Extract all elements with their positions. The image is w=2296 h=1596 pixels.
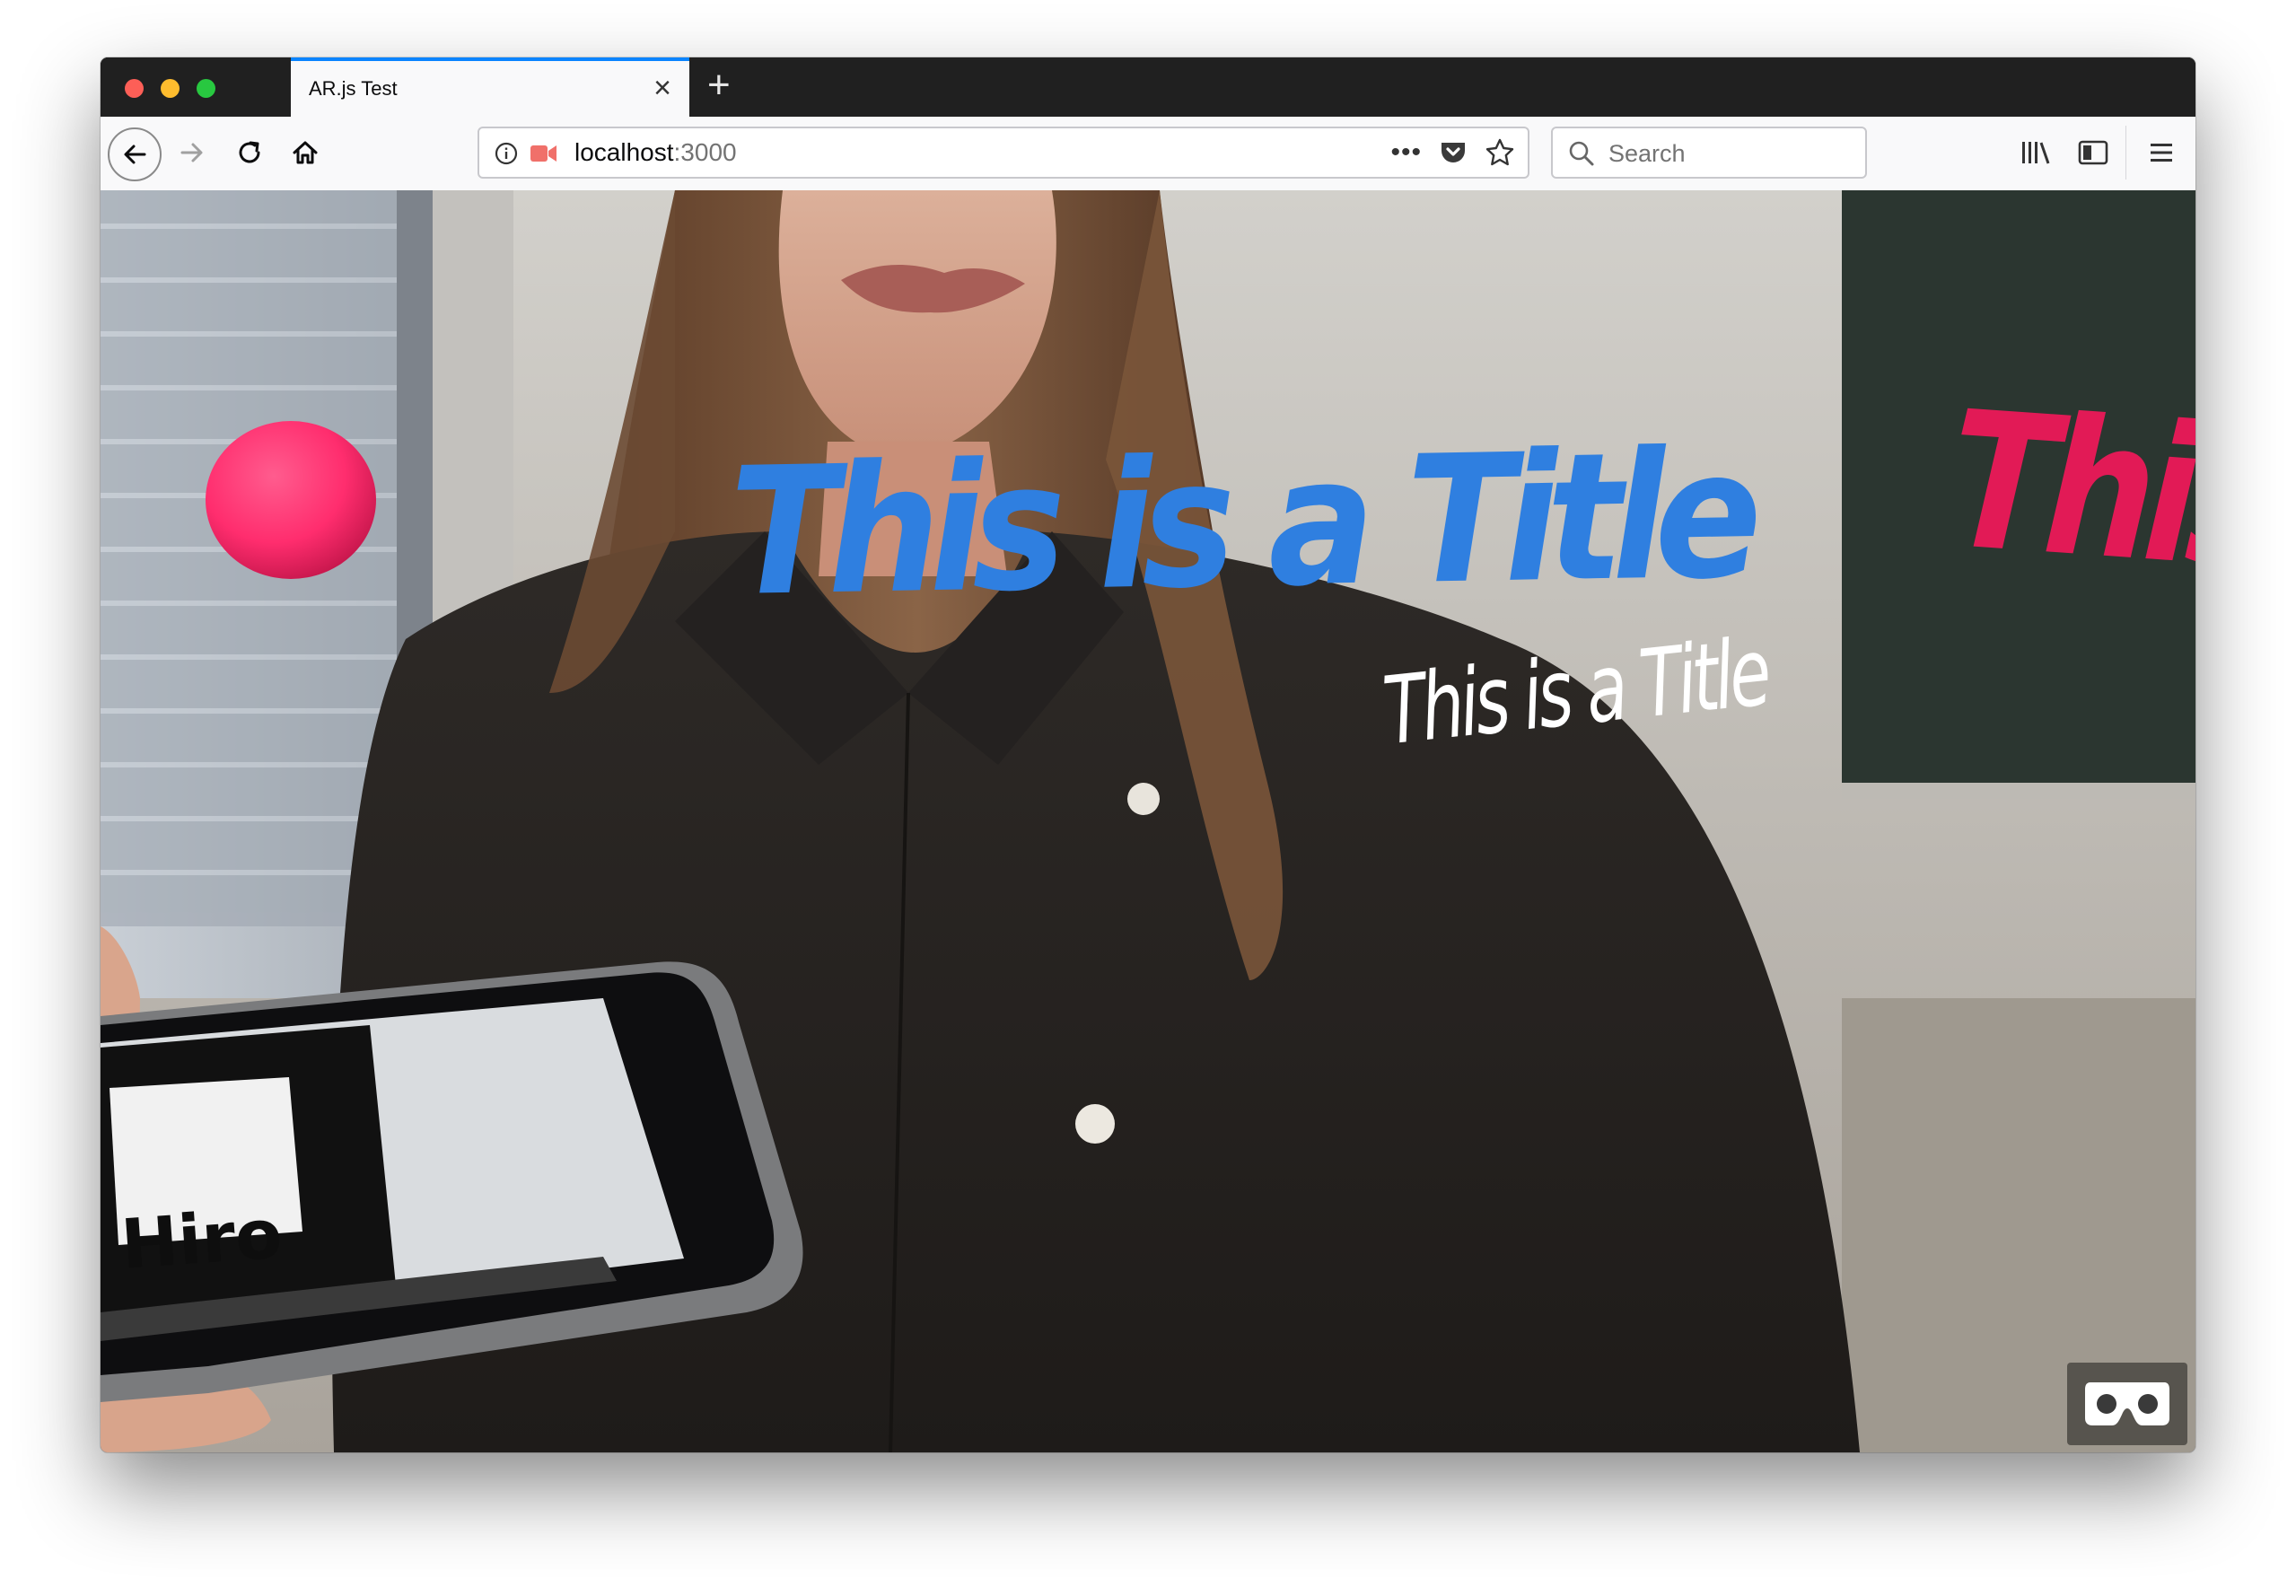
tab-close-icon[interactable]: ×	[653, 72, 671, 104]
pocket-icon[interactable]	[1438, 137, 1468, 168]
menu-button[interactable]	[2138, 129, 2185, 176]
url-host: localhost	[574, 138, 674, 166]
home-button[interactable]	[280, 127, 330, 178]
bookmark-star-icon[interactable]	[1485, 137, 1515, 168]
navigation-toolbar: localhost:3000 ••• Search	[101, 117, 2195, 191]
search-placeholder: Search	[1608, 140, 1686, 167]
vr-headset-icon	[2085, 1382, 2169, 1425]
tab-ar-js-test[interactable]: AR.js Test ×	[291, 57, 689, 117]
url-port: :3000	[673, 138, 737, 166]
browser-window: AR.js Test × + localhost:3000 ••• Search…	[101, 57, 2195, 1452]
enter-vr-button[interactable]	[2067, 1363, 2187, 1445]
camera-feed	[101, 190, 2195, 1452]
forward-icon	[180, 143, 203, 162]
sidebar-icon	[2078, 140, 2108, 165]
reload-button[interactable]	[224, 127, 275, 178]
url-text: localhost:3000	[574, 138, 737, 167]
library-icon	[2022, 142, 2050, 164]
search-icon	[1567, 139, 1596, 172]
window-close-button[interactable]	[125, 79, 144, 98]
reload-icon	[239, 141, 260, 163]
library-button[interactable]	[2012, 129, 2059, 176]
new-tab-button[interactable]: +	[707, 63, 731, 108]
ar-title-blue: This is a Title	[729, 413, 1753, 636]
forward-button[interactable]	[167, 127, 217, 178]
camera-icon[interactable]	[530, 143, 558, 169]
hamburger-menu-icon	[2151, 144, 2172, 162]
info-icon[interactable]	[494, 141, 519, 171]
window-maximize-button[interactable]	[197, 79, 215, 98]
page-actions-icon[interactable]: •••	[1390, 139, 1422, 166]
hiro-marker-label: Hiro	[118, 1193, 285, 1285]
back-button[interactable]	[108, 127, 162, 181]
home-icon	[293, 141, 318, 164]
back-icon	[124, 145, 146, 164]
tab-title: AR.js Test	[309, 77, 398, 100]
address-bar[interactable]: localhost:3000 •••	[478, 127, 1529, 179]
toolbar-separator	[2125, 126, 2126, 180]
ar-viewport[interactable]: Hiro This is a Title This is a Title Thi…	[101, 190, 2195, 1452]
search-bar[interactable]: Search	[1551, 127, 1867, 179]
window-minimize-button[interactable]	[161, 79, 180, 98]
sidebar-toggle-button[interactable]	[2070, 129, 2116, 176]
ar-title-pink: This	[1942, 370, 2195, 612]
url-actions: •••	[1390, 137, 1515, 168]
tab-strip: AR.js Test × +	[101, 57, 2195, 117]
